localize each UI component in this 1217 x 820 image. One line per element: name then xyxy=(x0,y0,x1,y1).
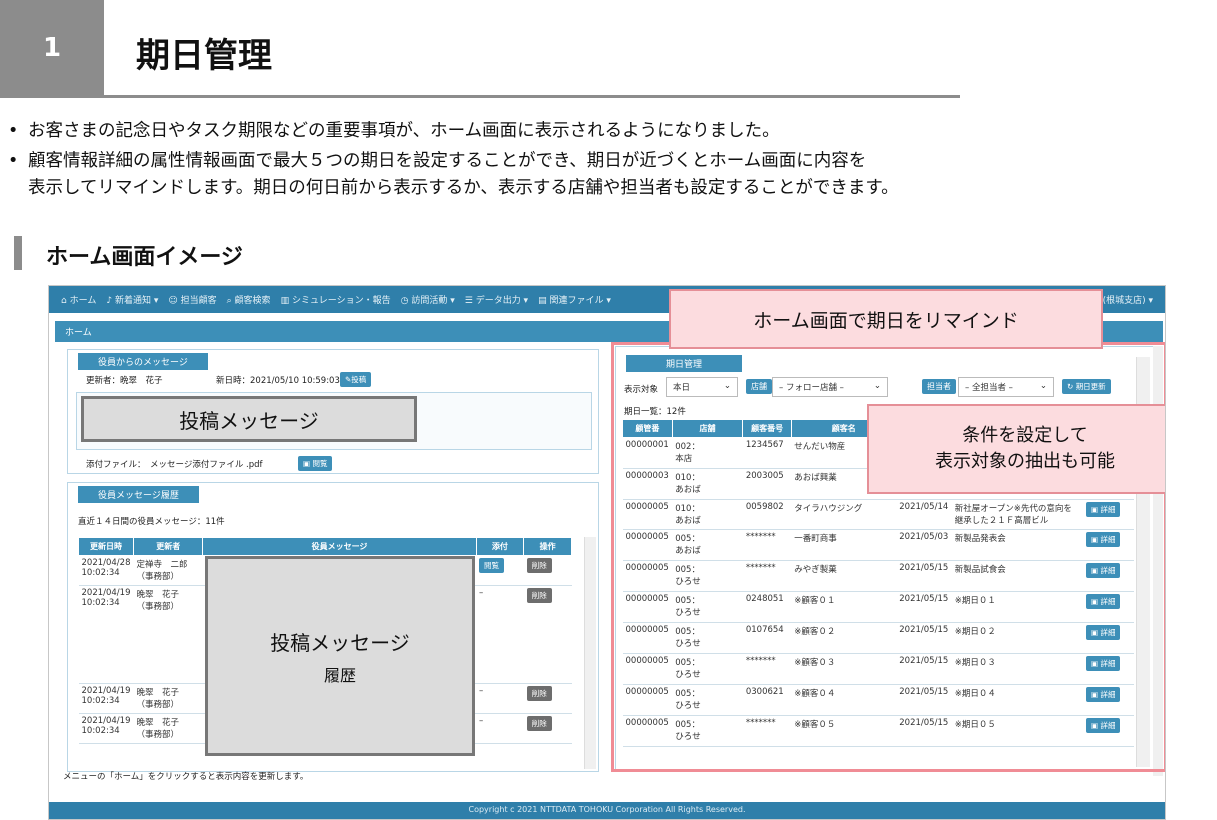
bullet-1: • お客さまの記念日やタスク期限などの重要事項が、ホーム画面に表示されるようになり… xyxy=(8,121,780,141)
col-header: 添付 xyxy=(475,537,525,556)
nav-home[interactable]: ⌂ ホーム xyxy=(61,293,96,306)
home-icon: ⌂ xyxy=(61,296,67,306)
bullet-2: • 顧客情報詳細の属性情報画面で最大５つの期日を設定することができ、期日が近づくと… xyxy=(8,151,899,198)
heading-marker xyxy=(14,236,22,270)
delete-button[interactable]: 削除 xyxy=(526,716,552,731)
clock-icon: ◷ xyxy=(400,296,409,306)
callout-filter: 条件を設定して 表示対象の抽出も可能 xyxy=(867,404,1165,494)
history-panel-title: 役員メッセージ履歴 xyxy=(78,486,199,503)
page-title: 期日管理 xyxy=(136,36,272,76)
message-updated-at: 新日時：2021/05/10 10:59:03 xyxy=(216,376,340,386)
delete-button[interactable]: 削除 xyxy=(526,558,552,573)
history-summary: 直近１４日間の役員メッセージ：11件 xyxy=(78,517,225,527)
nav-data-export[interactable]: ☰ データ出力 ▾ xyxy=(465,293,528,306)
store-menu[interactable]: (根城支店) ▾ xyxy=(1103,293,1153,306)
delete-button[interactable]: 削除 xyxy=(526,588,552,603)
section-number: 1 xyxy=(0,0,104,96)
nav-files[interactable]: ▤ 関連ファイル ▾ xyxy=(538,293,611,306)
post-button[interactable]: ✎投稿 xyxy=(340,372,372,387)
attachment-label: 添付ファイル： xyxy=(86,460,146,470)
nav-simulation[interactable]: ▥ シミュレーション・報告 xyxy=(281,293,391,306)
delete-button[interactable]: 削除 xyxy=(526,686,552,701)
col-header: 役員メッセージ xyxy=(202,537,477,556)
overlay-message: 投稿メッセージ xyxy=(81,396,417,442)
col-header: 更新者 xyxy=(132,537,204,556)
view-attachment-button[interactable]: ▣ 閲覧 xyxy=(298,456,333,471)
overlay-history: 投稿メッセージ 履歴 xyxy=(205,556,475,756)
book-icon: ▣ xyxy=(303,459,311,468)
bell-icon: ♪ xyxy=(106,296,113,306)
view-button[interactable]: 閲覧 xyxy=(479,558,505,573)
users-icon: ☺ xyxy=(168,296,178,306)
title-divider xyxy=(0,95,960,98)
nav-notifications[interactable]: ♪ 新着通知 ▾ xyxy=(106,293,158,306)
callout-remind: ホーム画面で期日をリマインド xyxy=(669,289,1103,349)
nav-search[interactable]: ⌕ 顧客検索 xyxy=(227,293,271,306)
history-scrollbar[interactable] xyxy=(584,537,596,769)
col-header: 操作 xyxy=(523,537,572,556)
image-heading: ホーム画面イメージ xyxy=(46,245,243,270)
copyright-footer: Copyright c 2021 NTTDATA TOHOKU Corporat… xyxy=(49,802,1165,819)
chart-icon: ▥ xyxy=(280,296,290,306)
nav-customers[interactable]: ☺ 担当顧客 xyxy=(168,293,216,306)
message-updater: 更新者：晩翠 花子 xyxy=(86,376,163,386)
nav-visits[interactable]: ◷ 訪問活動 ▾ xyxy=(401,293,455,306)
app-screenshot: ⌂ ホーム ♪ 新着通知 ▾ ☺ 担当顧客 ⌕ 顧客検索 ▥ シミュレーション・… xyxy=(48,285,1166,820)
attachment-file[interactable]: メッセージ添付ファイル .pdf xyxy=(150,458,263,470)
message-panel-title: 役員からのメッセージ xyxy=(78,353,208,370)
footer-note: メニューの「ホーム」をクリックすると表示内容を更新します。 xyxy=(63,772,309,782)
database-icon: ☰ xyxy=(464,296,473,306)
col-header: 更新日時 xyxy=(78,537,134,556)
search-icon: ⌕ xyxy=(226,296,232,306)
file-icon: ▤ xyxy=(538,296,547,306)
